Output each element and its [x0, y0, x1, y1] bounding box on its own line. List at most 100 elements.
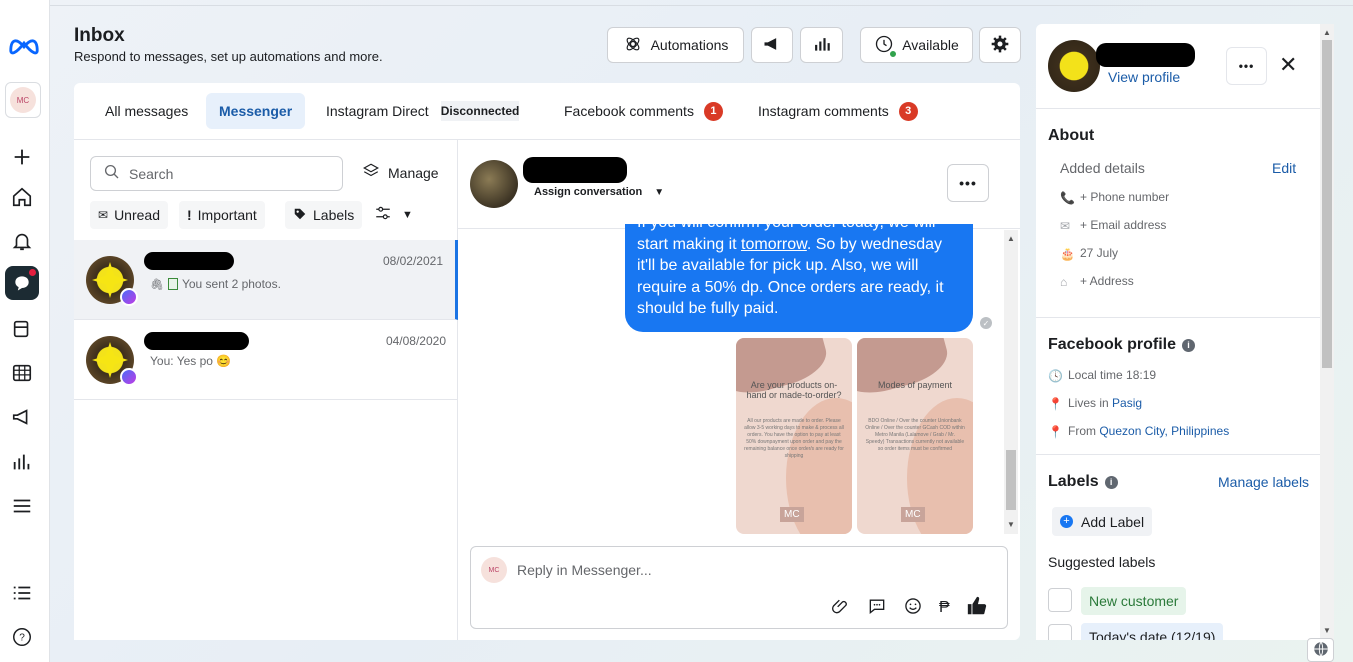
language-button[interactable]: [1307, 638, 1334, 662]
scroll-up-icon[interactable]: ▲: [1007, 234, 1015, 243]
search-placeholder: Search: [129, 165, 174, 182]
disconnected-badge: Disconnected: [440, 101, 520, 121]
redacted-name: [1096, 43, 1195, 67]
added-details-label: Added details: [1060, 160, 1145, 176]
view-profile-link[interactable]: View profile: [1108, 69, 1180, 85]
unread-filter[interactable]: ✉ Unread: [90, 201, 168, 229]
sent-photo[interactable]: Modes of payment BDO Online / Over the c…: [857, 338, 973, 534]
tab-messenger-label: Messenger: [219, 103, 293, 119]
edit-link[interactable]: Edit: [1272, 160, 1296, 176]
from-city-link[interactable]: Quezon City, Philippines: [1099, 424, 1229, 438]
all-tools-icon[interactable]: [10, 581, 34, 605]
filter-options-button[interactable]: ▼: [374, 204, 413, 225]
message-line: If you will confirm your order today, we…: [637, 224, 961, 234]
envelope-icon: ✉: [98, 208, 109, 222]
divider: [1036, 317, 1320, 318]
conversation-date: 04/08/2020: [385, 334, 446, 348]
paperclip-icon[interactable]: [831, 596, 851, 619]
page-scrollbar[interactable]: ▲ ▼: [1320, 24, 1334, 640]
content-icon[interactable]: [10, 317, 34, 341]
conversation-preview-text: You sent 2 photos.: [181, 277, 281, 291]
availability-button[interactable]: Available: [860, 27, 973, 63]
photo-logo: MC: [901, 507, 925, 522]
from-prefix: From: [1068, 424, 1100, 438]
tab-facebook-comments[interactable]: Facebook comments 1: [551, 93, 736, 129]
page-title: Inbox: [74, 25, 125, 46]
address-row[interactable]: ⌂ + Address: [1060, 274, 1134, 289]
planner-icon[interactable]: [10, 361, 34, 385]
assign-conversation-dropdown[interactable]: Assign conversation ▼: [534, 186, 664, 198]
more-options-icon[interactable]: •••: [947, 164, 989, 202]
caret-down-icon: ▼: [654, 186, 665, 198]
message-link[interactable]: tomorrow: [741, 236, 807, 253]
settings-button[interactable]: [979, 27, 1021, 63]
info-icon[interactable]: i: [1182, 338, 1196, 352]
tab-all-messages[interactable]: All messages: [92, 93, 201, 129]
create-icon[interactable]: [10, 145, 34, 169]
conversation-list-pane: Search Manage ✉ Unread ! Important Labels …: [74, 140, 458, 640]
tab-facebook-comments-label: Facebook comments: [564, 103, 694, 119]
scroll-up-icon[interactable]: ▲: [1323, 28, 1331, 37]
scrollbar-thumb[interactable]: [1322, 40, 1332, 368]
label-checkbox[interactable]: [1048, 588, 1072, 612]
email-row[interactable]: ✉ + Email address: [1060, 218, 1166, 233]
automations-button[interactable]: Automations: [607, 27, 744, 63]
conversation-item[interactable]: 08/02/2021 🖇 You sent 2 photos.: [74, 240, 458, 320]
thumbs-up-icon[interactable]: [966, 595, 988, 620]
label-checkbox[interactable]: [1048, 624, 1072, 640]
clock-icon: 🕓: [1048, 369, 1063, 383]
info-icon[interactable]: i: [1104, 475, 1118, 489]
page-avatar[interactable]: MC: [5, 82, 41, 118]
close-icon[interactable]: ✕: [1279, 54, 1297, 76]
reply-box[interactable]: MC Reply in Messenger... ₱: [470, 546, 1008, 629]
help-icon[interactable]: ?: [10, 625, 34, 649]
ads-icon[interactable]: [10, 405, 34, 429]
promote-button[interactable]: [751, 27, 793, 63]
scroll-down-icon[interactable]: ▼: [1323, 626, 1331, 635]
conversation-item[interactable]: 04/08/2020 You: Yes po 😊: [74, 320, 458, 400]
count-badge: 1: [703, 101, 723, 121]
manage-button[interactable]: Manage: [362, 162, 439, 183]
notifications-icon[interactable]: [10, 229, 34, 253]
insights-icon[interactable]: [10, 450, 34, 474]
payment-icon[interactable]: ₱: [939, 599, 950, 617]
scrollbar-thumb[interactable]: [1006, 450, 1016, 510]
tab-instagram-comments[interactable]: Instagram comments 3: [745, 93, 931, 129]
search-input[interactable]: Search: [90, 156, 343, 191]
tab-messenger[interactable]: Messenger: [206, 93, 306, 129]
chat-scrollbar[interactable]: ▲ ▼: [1004, 230, 1018, 534]
saved-replies-icon[interactable]: [867, 596, 887, 619]
menu-icon[interactable]: [10, 494, 34, 518]
emoji-icon[interactable]: [903, 596, 923, 619]
add-label-button[interactable]: + Add Label: [1052, 507, 1153, 536]
facebook-profile-title-text: Facebook profile: [1048, 336, 1177, 353]
labels-title-text: Labels: [1048, 473, 1099, 490]
tab-instagram-direct[interactable]: Instagram Direct Disconnected: [313, 93, 532, 129]
inbox-tabs: All messages Messenger Instagram Direct D…: [74, 83, 1020, 140]
phone-row[interactable]: 📞 + Phone number: [1060, 190, 1169, 205]
location-pin-icon: 📍: [1048, 397, 1063, 411]
manage-labels-link[interactable]: Manage labels: [1218, 474, 1309, 490]
about-title: About: [1048, 127, 1095, 144]
inbox-nav-icon[interactable]: [5, 266, 39, 300]
photo-body: All our products are made to order. Plea…: [744, 418, 844, 459]
suggested-labels-title: Suggested labels: [1048, 554, 1156, 570]
photo-logo: MC: [780, 507, 804, 522]
page-avatar: MC: [481, 557, 507, 583]
lives-in-city-link[interactable]: Pasig: [1112, 396, 1142, 410]
conversation-date: 08/02/2021: [382, 254, 443, 268]
add-label-text: Add Label: [1081, 513, 1145, 530]
more-options-icon[interactable]: •••: [1226, 47, 1267, 85]
meta-logo-icon[interactable]: [7, 33, 41, 57]
home-icon[interactable]: [10, 185, 34, 209]
address-label: + Address: [1080, 274, 1134, 288]
important-filter[interactable]: ! Important: [179, 201, 265, 229]
reply-placeholder[interactable]: Reply in Messenger...: [517, 562, 652, 578]
photo-body: BDO Online / Over the counter Unionbank …: [865, 418, 965, 452]
page-logo: MC: [10, 87, 36, 113]
sent-photo[interactable]: Are your products on-hand or made-to-ord…: [736, 338, 852, 534]
labels-filter[interactable]: Labels: [285, 201, 363, 229]
insights-button[interactable]: [800, 27, 843, 63]
local-time-row: 🕓 Local time 18:19: [1048, 368, 1156, 383]
scroll-down-icon[interactable]: ▼: [1007, 520, 1015, 529]
